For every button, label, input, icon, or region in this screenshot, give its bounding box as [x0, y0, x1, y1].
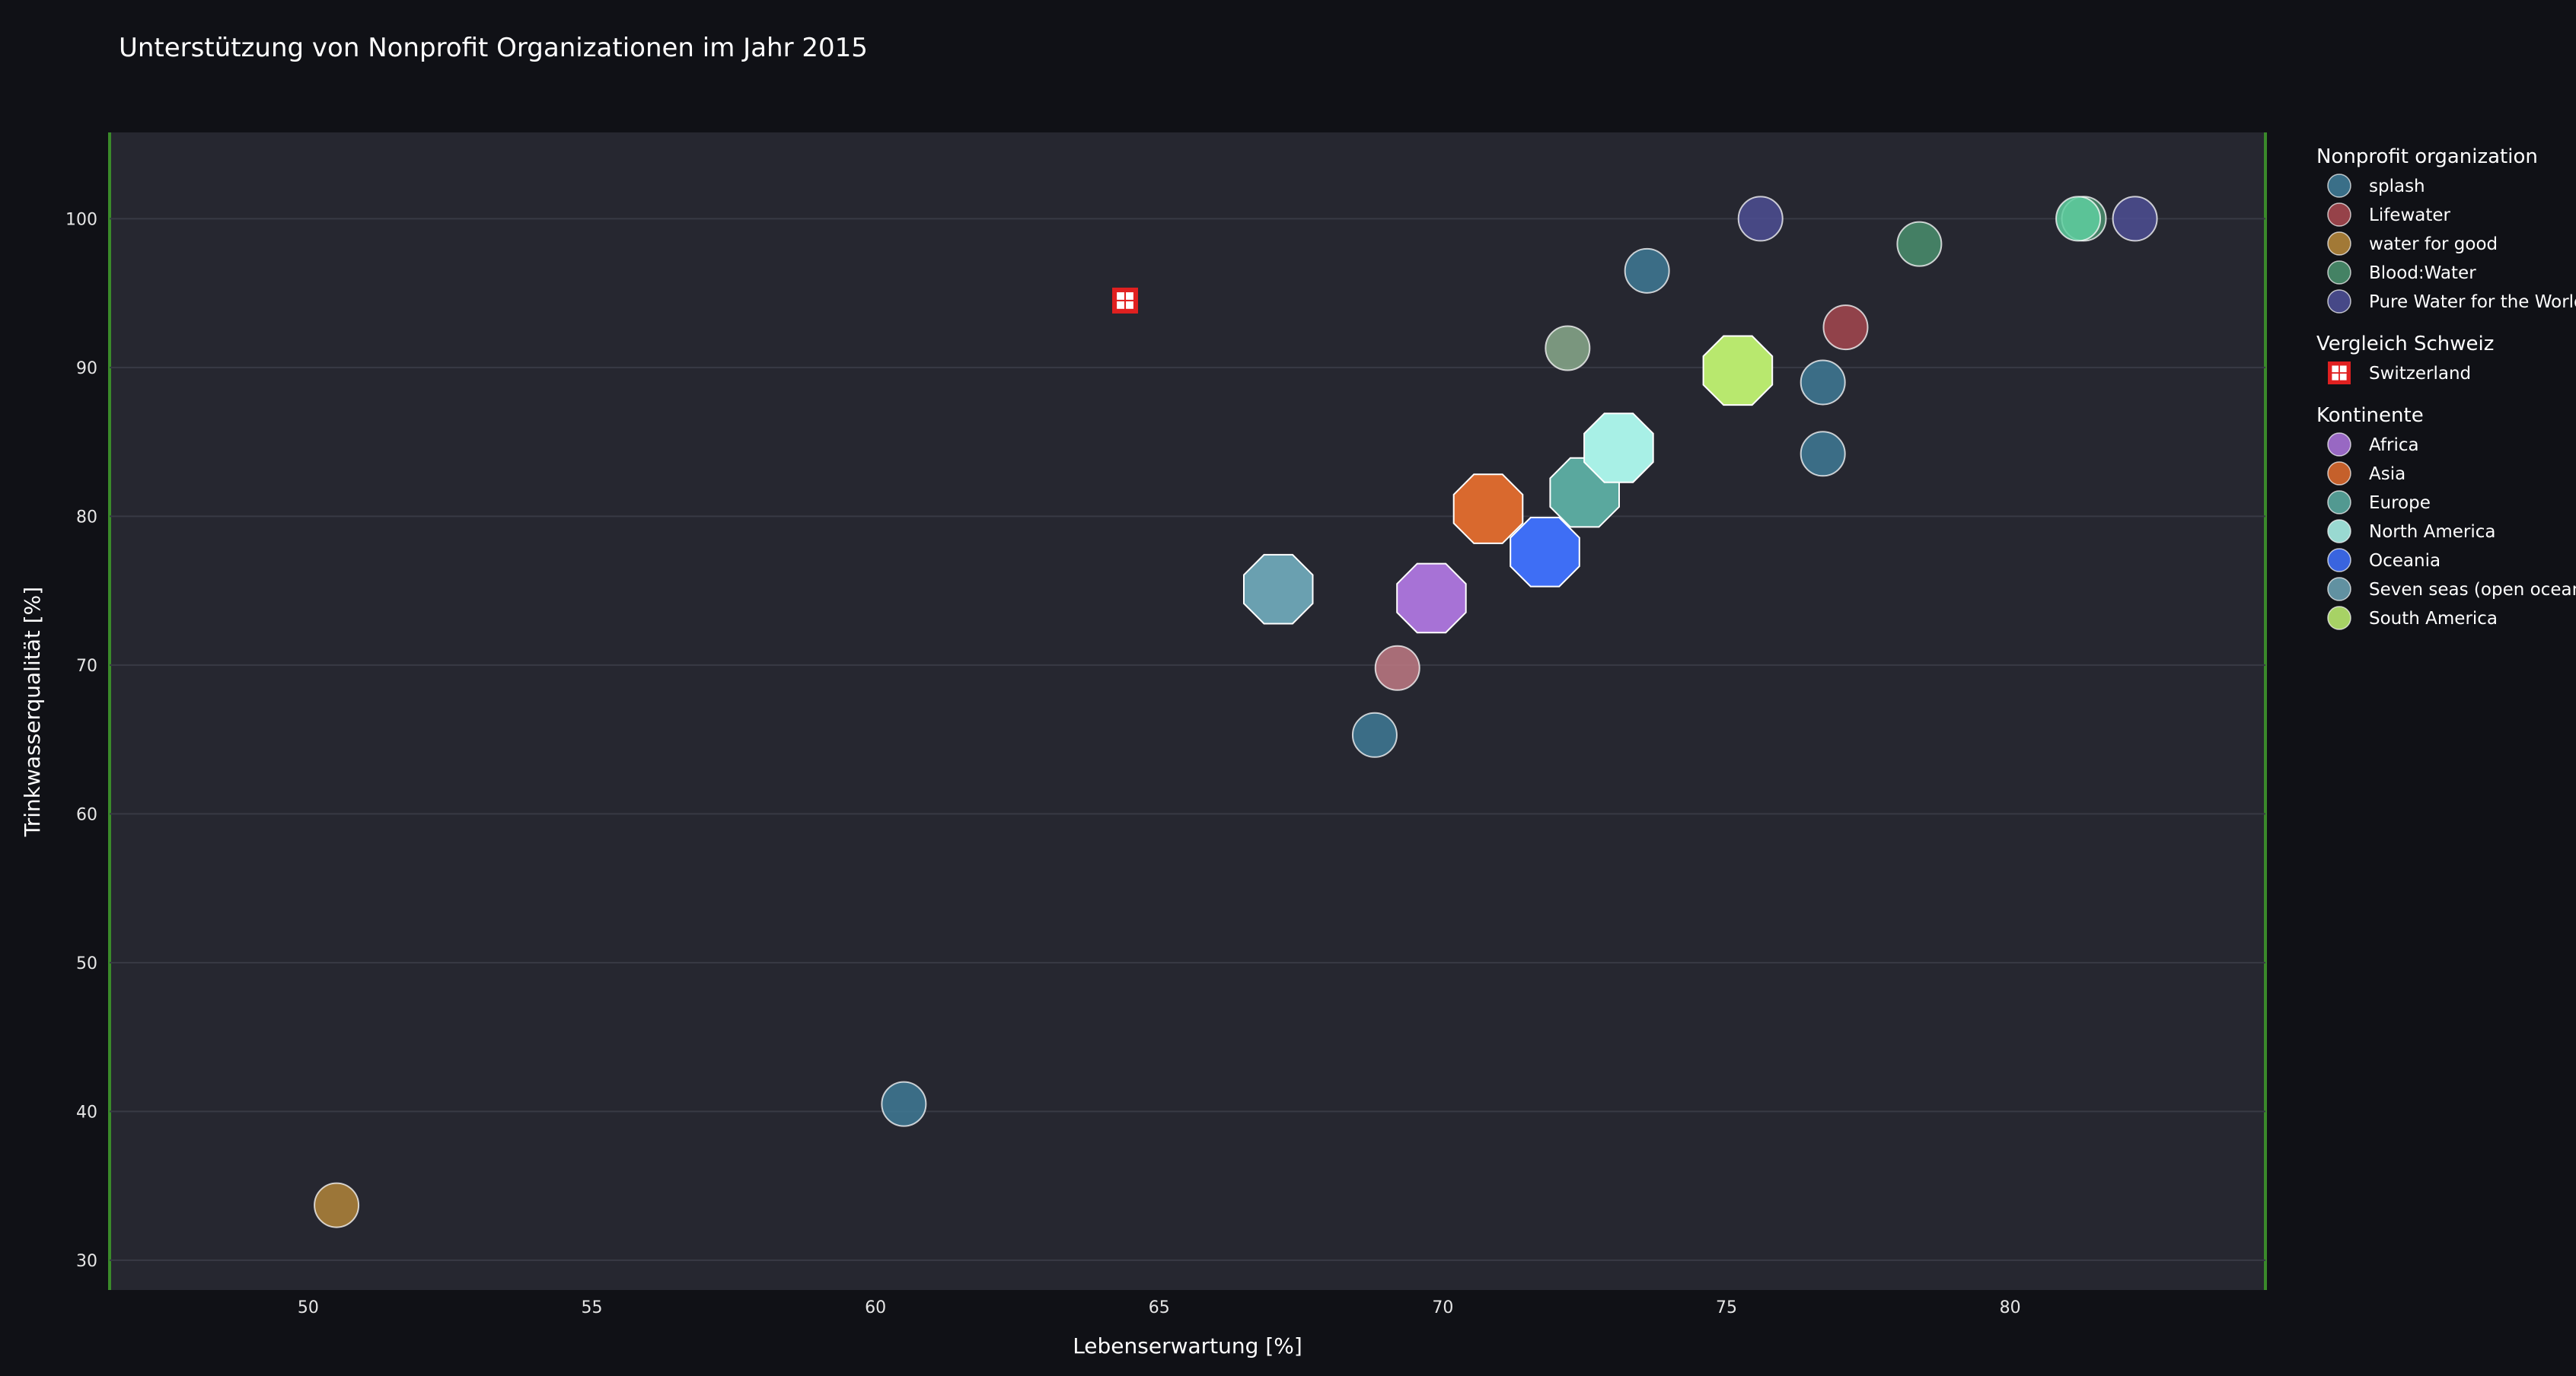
y-tick-label: 70	[76, 657, 97, 676]
x-tick-label: 65	[1149, 1298, 1170, 1317]
scatter-point	[1545, 325, 1591, 371]
marker-square-cell	[2332, 365, 2339, 373]
marker-square	[2328, 362, 2351, 384]
legend-item-label: Oceania	[2369, 551, 2441, 571]
legend-swatch	[2327, 548, 2351, 572]
y-tick-label: 40	[76, 1103, 97, 1122]
scatter-point	[1374, 645, 1420, 691]
legend-swatch	[2327, 174, 2351, 198]
x-tick-label: 75	[1716, 1298, 1737, 1317]
marker-square-cell	[1126, 301, 1133, 309]
scatter-point	[1822, 304, 1869, 351]
legend-swatch	[2327, 231, 2351, 256]
legend-group-title: Vergleich Schweiz	[2316, 333, 2494, 355]
y-tick-label: 30	[76, 1252, 97, 1271]
marker-square-cell	[1117, 292, 1125, 300]
legend-item-label: water for good	[2369, 234, 2498, 254]
legend: Nonprofit organization splash Lifewater wat…	[2316, 145, 2576, 630]
marker-square-cell	[2332, 373, 2339, 381]
continent-marker	[1510, 517, 1580, 588]
legend-swatch	[2327, 490, 2351, 514]
switzerland-marker	[1112, 287, 1139, 314]
continent-marker	[1702, 335, 1774, 406]
scatter-point	[1737, 196, 1784, 242]
y-tick-label: 100	[65, 210, 97, 229]
legend-item-label: Asia	[2369, 464, 2405, 484]
x-tick-label: 80	[2000, 1298, 2021, 1317]
scatter-point	[1624, 247, 1670, 294]
marker-square	[1112, 287, 1139, 314]
legend-swatch	[2327, 432, 2351, 457]
continent-marker	[1243, 553, 1314, 625]
legend-item-label: South America	[2369, 609, 2498, 629]
x-tick-label: 50	[298, 1298, 319, 1317]
continent-marker	[1396, 562, 1467, 634]
y-tick-label: 60	[76, 805, 97, 824]
x-tick-label: 60	[865, 1298, 886, 1317]
chart-title: Unterstützung von Nonprofit Organization…	[119, 33, 868, 63]
scatter-point	[2112, 196, 2158, 242]
legend-swatch	[2327, 519, 2351, 543]
plot-area	[110, 132, 2265, 1290]
x-tick-label: 55	[581, 1298, 602, 1317]
scatter-chart: Unterstützung von Nonprofit Organization…	[20, 33, 2576, 1358]
legend-swatch	[2327, 289, 2351, 314]
legend-group-title: Kontinente	[2316, 404, 2424, 427]
marker-square-cell	[2339, 373, 2347, 381]
scatter-point	[1896, 221, 1943, 267]
y-axis-label: Trinkwasserqualität [%]	[20, 587, 45, 837]
continent-marker	[1583, 412, 1654, 483]
marker-square-cell	[2339, 365, 2347, 373]
legend-item-label: Europe	[2369, 493, 2431, 513]
x-tick-label: 70	[1432, 1298, 1453, 1317]
legend-item-label: splash	[2369, 177, 2425, 196]
continent-marker	[1452, 473, 1524, 544]
legend-item-label: Switzerland	[2369, 364, 2471, 384]
legend-swatch	[2328, 362, 2351, 384]
legend-swatch	[2327, 461, 2351, 486]
scatter-point	[1800, 359, 1846, 406]
legend-item-label: Blood:Water	[2369, 263, 2476, 283]
y-tick-label: 80	[76, 508, 97, 527]
scatter-point	[1351, 712, 1398, 758]
scatter-point	[314, 1182, 360, 1228]
marker-square-cell	[1117, 301, 1125, 309]
marker-square-cell	[1126, 292, 1133, 300]
legend-item-label: Pure Water for the World	[2369, 292, 2576, 312]
y-tick-label: 90	[76, 359, 97, 378]
legend-item-label: Lifewater	[2369, 205, 2451, 225]
legend-group-title: Nonprofit organization	[2316, 145, 2538, 168]
legend-swatch	[2327, 606, 2351, 630]
legend-item-label: Seven seas (open ocean)	[2369, 580, 2576, 600]
x-axis-label: Lebenserwartung [%]	[1073, 1333, 1302, 1358]
legend-swatch	[2327, 577, 2351, 601]
legend-swatch	[2327, 260, 2351, 285]
scatter-point	[881, 1081, 927, 1127]
scatter-point	[2055, 196, 2102, 242]
scatter-point	[1800, 431, 1846, 477]
y-tick-label: 50	[76, 954, 97, 973]
legend-item-label: North America	[2369, 522, 2496, 542]
legend-swatch	[2327, 202, 2351, 227]
legend-item-label: Africa	[2369, 435, 2419, 455]
